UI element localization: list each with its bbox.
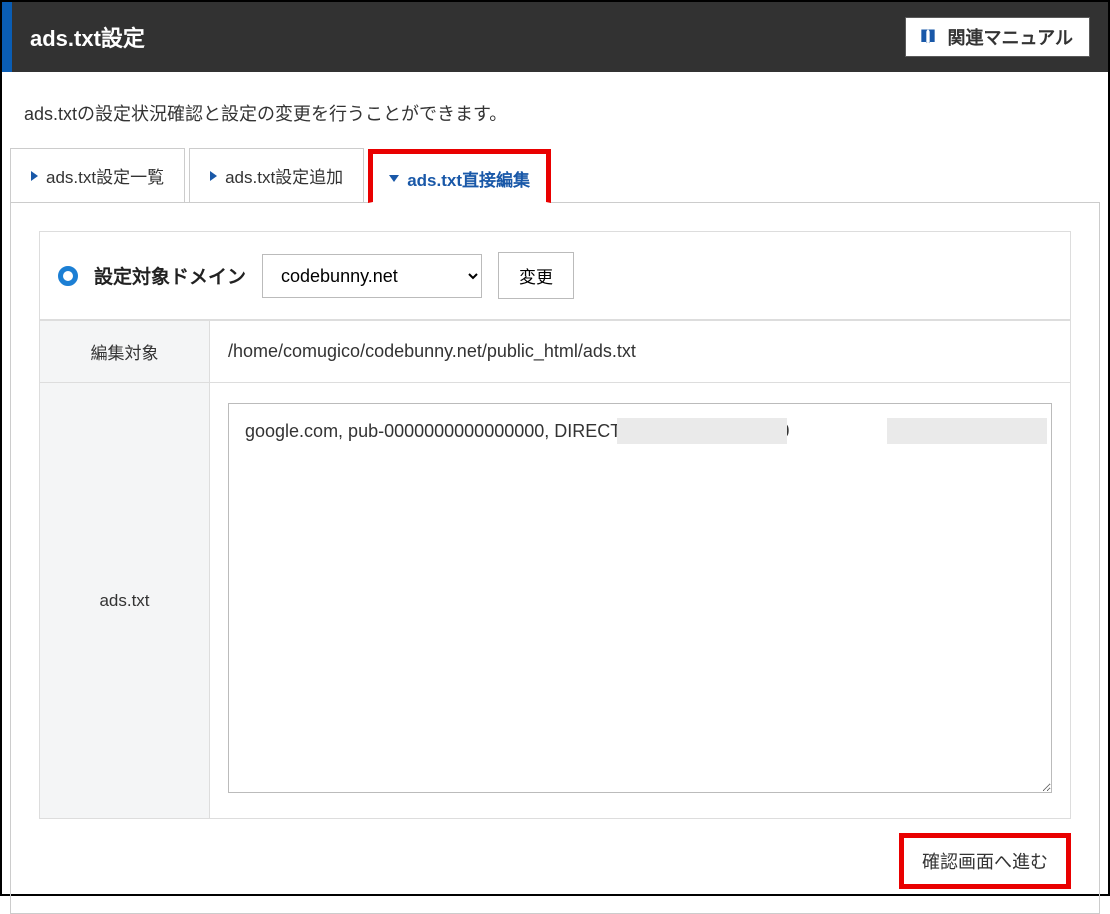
related-manual-button[interactable]: 関連マニュアル xyxy=(905,17,1090,57)
domain-selector-row: 設定対象ドメイン codebunny.net 変更 xyxy=(39,231,1071,320)
footer-actions: 確認画面へ進む xyxy=(39,833,1071,889)
tab-ads-txt-add[interactable]: ads.txt設定追加 xyxy=(189,148,364,202)
tab-ads-txt-list[interactable]: ads.txt設定一覧 xyxy=(10,148,185,202)
textarea-wrap xyxy=(228,403,1052,798)
domain-select[interactable]: codebunny.net xyxy=(262,254,482,298)
page-title: ads.txt設定 xyxy=(30,21,145,53)
tab-label: ads.txt設定一覧 xyxy=(46,163,164,188)
tab-content: 設定対象ドメイン codebunny.net 変更 編集対象 /home/com… xyxy=(10,203,1100,914)
table-row: ads.txt xyxy=(40,383,1071,819)
tab-label: ads.txt直接編集 xyxy=(407,166,530,191)
chevron-right-icon xyxy=(31,171,38,181)
related-manual-label: 関連マニュアル xyxy=(948,24,1073,50)
ads-txt-textarea[interactable] xyxy=(228,403,1052,793)
change-domain-button[interactable]: 変更 xyxy=(498,252,574,299)
table-row: 編集対象 /home/comugico/codebunny.net/public… xyxy=(40,321,1071,383)
ads-txt-label: ads.txt xyxy=(40,383,210,819)
tabs-nav: ads.txt設定一覧 ads.txt設定追加 ads.txt直接編集 xyxy=(10,148,1100,203)
book-icon xyxy=(918,27,938,47)
domain-label: 設定対象ドメイン xyxy=(94,262,246,289)
bullet-icon xyxy=(58,266,78,286)
page-description: ads.txtの設定状況確認と設定の変更を行うことができます。 xyxy=(2,72,1108,148)
chevron-right-icon xyxy=(210,171,217,181)
chevron-down-icon xyxy=(389,175,399,182)
edit-form-table: 編集対象 /home/comugico/codebunny.net/public… xyxy=(39,320,1071,819)
tab-label: ads.txt設定追加 xyxy=(225,163,343,188)
confirm-button[interactable]: 確認画面へ進む xyxy=(899,833,1071,889)
tab-ads-txt-edit[interactable]: ads.txt直接編集 xyxy=(368,149,551,203)
page-header: ads.txt設定 関連マニュアル xyxy=(2,2,1108,72)
edit-target-value: /home/comugico/codebunny.net/public_html… xyxy=(210,321,1071,383)
edit-target-label: 編集対象 xyxy=(40,321,210,383)
